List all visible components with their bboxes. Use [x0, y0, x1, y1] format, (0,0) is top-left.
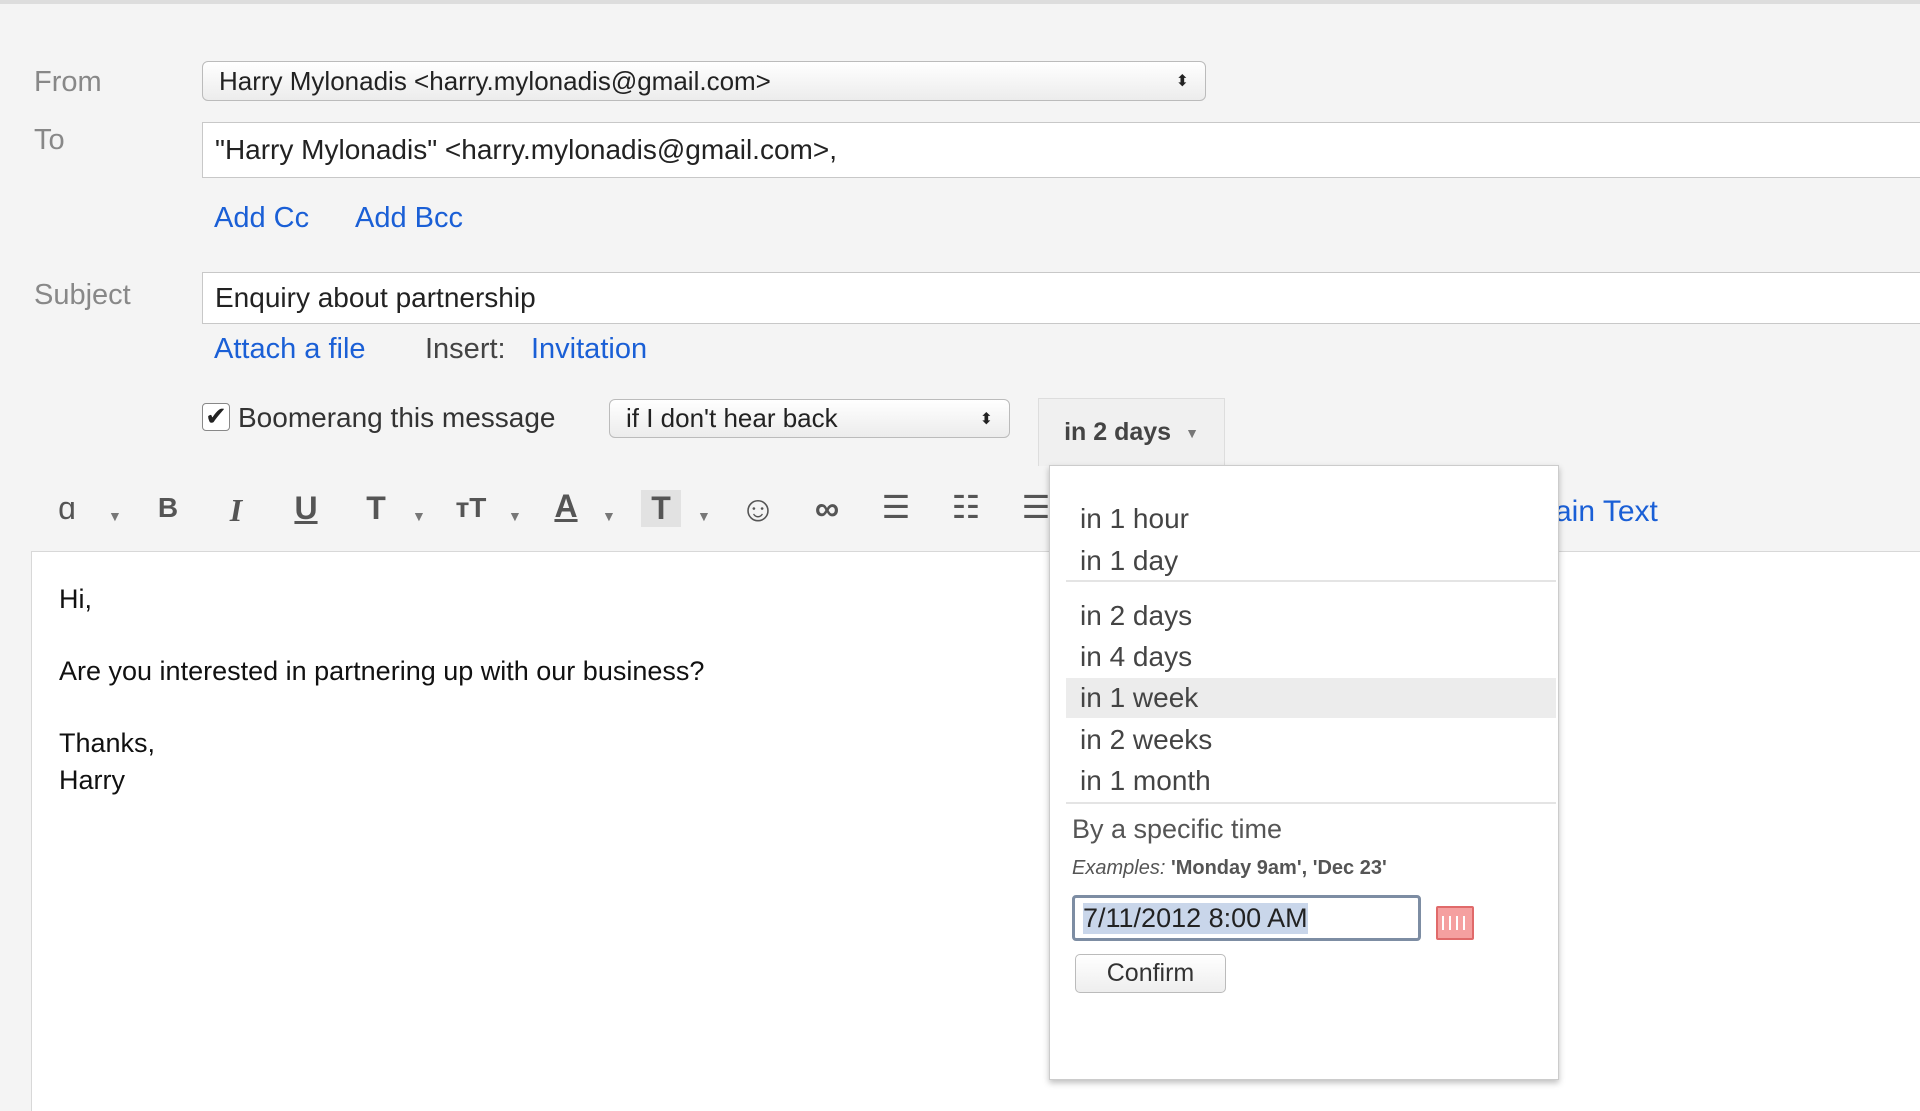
font-size-icon[interactable]: T — [356, 490, 396, 527]
chevron-down-icon: ▼ — [1185, 424, 1199, 441]
highlight-color-icon[interactable]: T — [641, 490, 681, 527]
boomerang-label: Boomerang this message — [238, 402, 556, 433]
body-line: Hi, — [59, 584, 92, 614]
boomerang-checkbox[interactable]: ✔ — [202, 403, 230, 431]
boomerang-time-dropdown: in 1 hour in 1 day in 2 days in 4 days i… — [1049, 465, 1559, 1080]
subject-input[interactable]: Enquiry about partnership — [202, 272, 1920, 324]
from-label: From — [34, 66, 102, 98]
invitation-link[interactable]: Invitation — [531, 333, 647, 366]
menu-item-in-4-days[interactable]: in 4 days — [1066, 637, 1556, 677]
when-value: in 2 days — [1064, 418, 1172, 446]
confirm-button[interactable]: Confirm — [1075, 954, 1226, 993]
bold-icon[interactable]: B — [148, 492, 188, 524]
underline-icon[interactable]: U — [286, 490, 326, 527]
link-icon[interactable]: ∞ — [807, 490, 847, 529]
emoji-icon[interactable]: ☺ — [738, 488, 778, 530]
menu-item-in-1-hour[interactable]: in 1 hour — [1066, 499, 1556, 539]
italic-icon[interactable]: I — [216, 492, 256, 529]
menu-item-in-2-weeks[interactable]: in 2 weeks — [1066, 720, 1556, 760]
separator — [1066, 802, 1556, 804]
menu-item-in-1-week[interactable]: in 1 week — [1066, 678, 1556, 718]
attach-file-link[interactable]: Attach a file — [214, 333, 366, 366]
body-line: Thanks, — [59, 728, 156, 758]
separator — [1066, 580, 1556, 582]
body-line: Are you interested in partnering up with… — [59, 656, 705, 686]
message-body-editor[interactable] — [31, 551, 1920, 1111]
font-family-icon[interactable]: ɑ — [47, 490, 87, 527]
menu-item-in-1-month[interactable]: in 1 month — [1066, 761, 1556, 801]
chevron-down-icon[interactable]: ▼ — [697, 508, 711, 524]
select-arrows-icon: ⬍ — [1175, 73, 1189, 90]
select-arrows-icon: ⬍ — [979, 410, 993, 428]
chevron-down-icon[interactable]: ▼ — [108, 508, 122, 524]
examples-hint: Examples: 'Monday 9am', 'Dec 23' — [1072, 857, 1387, 880]
subject-label: Subject — [34, 279, 131, 311]
chevron-down-icon[interactable]: ▼ — [508, 508, 522, 524]
to-label: To — [34, 124, 65, 156]
body-line: Harry — [59, 765, 125, 795]
chevron-down-icon[interactable]: ▼ — [412, 508, 426, 524]
add-cc-link[interactable]: Add Cc — [214, 202, 309, 235]
condition-value: if I don't hear back — [626, 403, 838, 433]
specific-time-label: By a specific time — [1072, 814, 1283, 844]
examples-text: 'Monday 9am', 'Dec 23' — [1170, 857, 1387, 879]
boomerang-condition-select[interactable]: if I don't hear back ⬍ — [609, 399, 1010, 438]
bulleted-list-icon[interactable]: ☷ — [946, 488, 986, 526]
top-border — [0, 0, 1920, 4]
from-select[interactable]: Harry Mylonadis <harry.mylonadis@gmail.c… — [202, 61, 1206, 101]
datetime-input[interactable]: 7/11/2012 8:00 AM — [1072, 895, 1421, 941]
add-bcc-link[interactable]: Add Bcc — [355, 202, 463, 235]
datetime-value: 7/11/2012 8:00 AM — [1083, 902, 1308, 934]
to-input[interactable]: "Harry Mylonadis" <harry.mylonadis@gmail… — [202, 122, 1920, 178]
insert-label: Insert: — [425, 333, 506, 365]
chevron-down-icon[interactable]: ▼ — [602, 508, 616, 524]
examples-prefix: Examples: — [1072, 857, 1166, 879]
from-value: Harry Mylonadis <harry.mylonadis@gmail.c… — [219, 65, 771, 96]
plain-text-link[interactable]: ain Text — [1555, 495, 1658, 529]
menu-item-in-1-day[interactable]: in 1 day — [1066, 541, 1556, 581]
menu-item-in-2-days[interactable]: in 2 days — [1066, 596, 1556, 636]
text-color-icon[interactable]: A — [546, 488, 586, 525]
boomerang-when-button[interactable]: in 2 days ▼ — [1038, 398, 1225, 466]
text-size-icon[interactable]: ᴛT — [451, 492, 491, 524]
calendar-icon[interactable] — [1436, 906, 1474, 940]
numbered-list-icon[interactable]: ☰ — [876, 488, 916, 526]
